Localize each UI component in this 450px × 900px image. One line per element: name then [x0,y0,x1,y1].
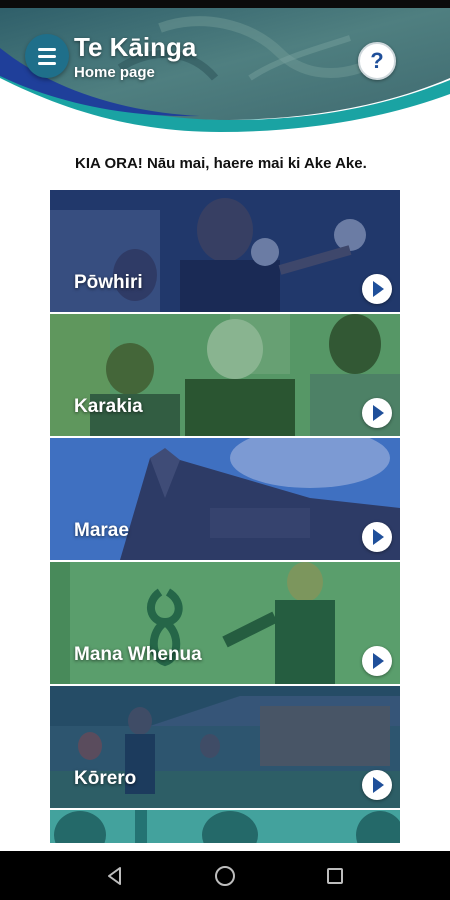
recents-square-icon [327,867,343,884]
card-label: Marae [74,520,129,541]
card-powhiri[interactable]: Pōwhiri [50,190,400,312]
page-subtitle: Home page [74,64,155,81]
card-karakia[interactable]: Karakia [50,314,400,436]
menu-button[interactable] [25,34,69,78]
help-icon: ? [370,48,384,73]
chevron-right-icon[interactable] [362,398,392,428]
topic-card-list: Pōwhiri Karakia Marae Mana Whenua Kōrero [50,190,400,843]
status-bar [0,0,450,8]
back-button[interactable] [95,856,135,896]
card-tint [50,810,400,843]
card-label: Kōrero [74,768,137,789]
card-korero[interactable]: Kōrero [50,686,400,808]
chevron-right-icon[interactable] [362,646,392,676]
chevron-right-icon[interactable] [362,274,392,304]
chevron-right-icon[interactable] [362,522,392,552]
welcome-greeting: KIA ORA! Nāu mai, haere mai ki Ake Ake. [75,155,367,172]
back-triangle-icon [108,866,121,885]
recents-button[interactable] [315,856,355,896]
card-label: Pōwhiri [74,272,143,293]
card-label: Karakia [74,396,143,417]
chevron-right-icon[interactable] [362,770,392,800]
home-button[interactable] [205,856,245,896]
card-partial[interactable] [50,810,400,843]
home-circle-icon [215,865,235,886]
help-button[interactable]: ? [358,42,396,80]
system-nav-bar [0,851,450,900]
hamburger-menu-icon [38,47,56,65]
app-header: Te Kāinga Home page ? [0,8,450,138]
card-label: Mana Whenua [74,644,202,665]
card-mana-whenua[interactable]: Mana Whenua [50,562,400,684]
page-title: Te Kāinga [74,32,197,62]
card-marae[interactable]: Marae [50,438,400,560]
